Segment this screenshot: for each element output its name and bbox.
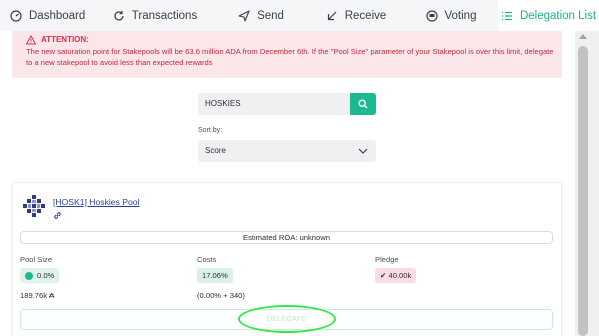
pool-size-badge: 0.0% <box>20 268 60 283</box>
tab-voting[interactable]: Voting <box>404 0 498 31</box>
alert-title: ATTENTION: <box>41 35 89 44</box>
search-icon <box>358 99 368 109</box>
pledge-value: ✔ 40.00k <box>380 271 412 280</box>
costs-label: Costs <box>197 255 217 264</box>
alert-header: ATTENTION: <box>26 34 562 45</box>
tab-receive[interactable]: Receive <box>308 0 404 31</box>
alert-message: The new saturation point for Stakepools … <box>26 47 554 67</box>
warning-icon <box>26 34 36 44</box>
tab-dashboard[interactable]: Dashboard <box>0 0 96 31</box>
tab-send[interactable]: Send <box>214 0 308 31</box>
send-icon <box>238 9 250 22</box>
pool-size-value: 0.0% <box>37 271 55 280</box>
link-icon[interactable] <box>53 211 62 220</box>
scrollbar-thumb[interactable] <box>578 46 588 336</box>
tab-transactions-label: Transactions <box>131 9 198 22</box>
sort-select[interactable]: Score <box>198 140 376 162</box>
scroll-up-arrow-icon[interactable] <box>579 34 587 39</box>
pool-size-amount: 189.76k ₳ <box>20 291 55 300</box>
receive-icon <box>327 11 337 20</box>
tab-dashboard-label: Dashboard <box>29 9 86 22</box>
estimated-roa: Estimated ROA: unknown <box>20 231 553 244</box>
sort-by-label: Sort by: <box>198 127 223 134</box>
tab-delegation-list-label: Delegation List <box>519 9 597 22</box>
tab-send-label: Send <box>257 9 284 22</box>
list-icon <box>501 11 512 20</box>
dashboard-icon <box>10 9 22 22</box>
voting-icon <box>425 9 438 22</box>
costs-breakdown: (0.00% + 340) <box>197 291 245 300</box>
pool-search-input[interactable]: HOSKIES <box>198 93 350 115</box>
costs-value: 17.06% <box>202 271 228 280</box>
saturation-alert: ATTENTION: The new saturation point for … <box>12 31 562 78</box>
saturation-dot-icon <box>25 271 33 280</box>
costs-badge: 17.06% <box>197 268 233 283</box>
nav-tabs: Dashboard Transactions Send Receive Voti… <box>0 0 599 31</box>
pledge-badge: ✔ 40.00k <box>375 268 417 283</box>
chevron-down-icon <box>358 148 368 154</box>
tab-delegation-list[interactable]: Delegation List <box>498 0 599 31</box>
pledge-label: Pledge <box>375 255 399 264</box>
pool-name-link[interactable]: [HOSK1] Hoskies Pool <box>53 197 139 207</box>
pool-logo <box>23 195 45 217</box>
tab-receive-label: Receive <box>344 9 387 22</box>
tab-voting-label: Voting <box>444 9 477 22</box>
pool-size-label: Pool Size <box>20 255 53 264</box>
tab-transactions[interactable]: Transactions <box>96 0 214 31</box>
search-button[interactable] <box>350 93 376 115</box>
transactions-icon <box>114 10 124 21</box>
highlight-circle <box>238 305 336 333</box>
